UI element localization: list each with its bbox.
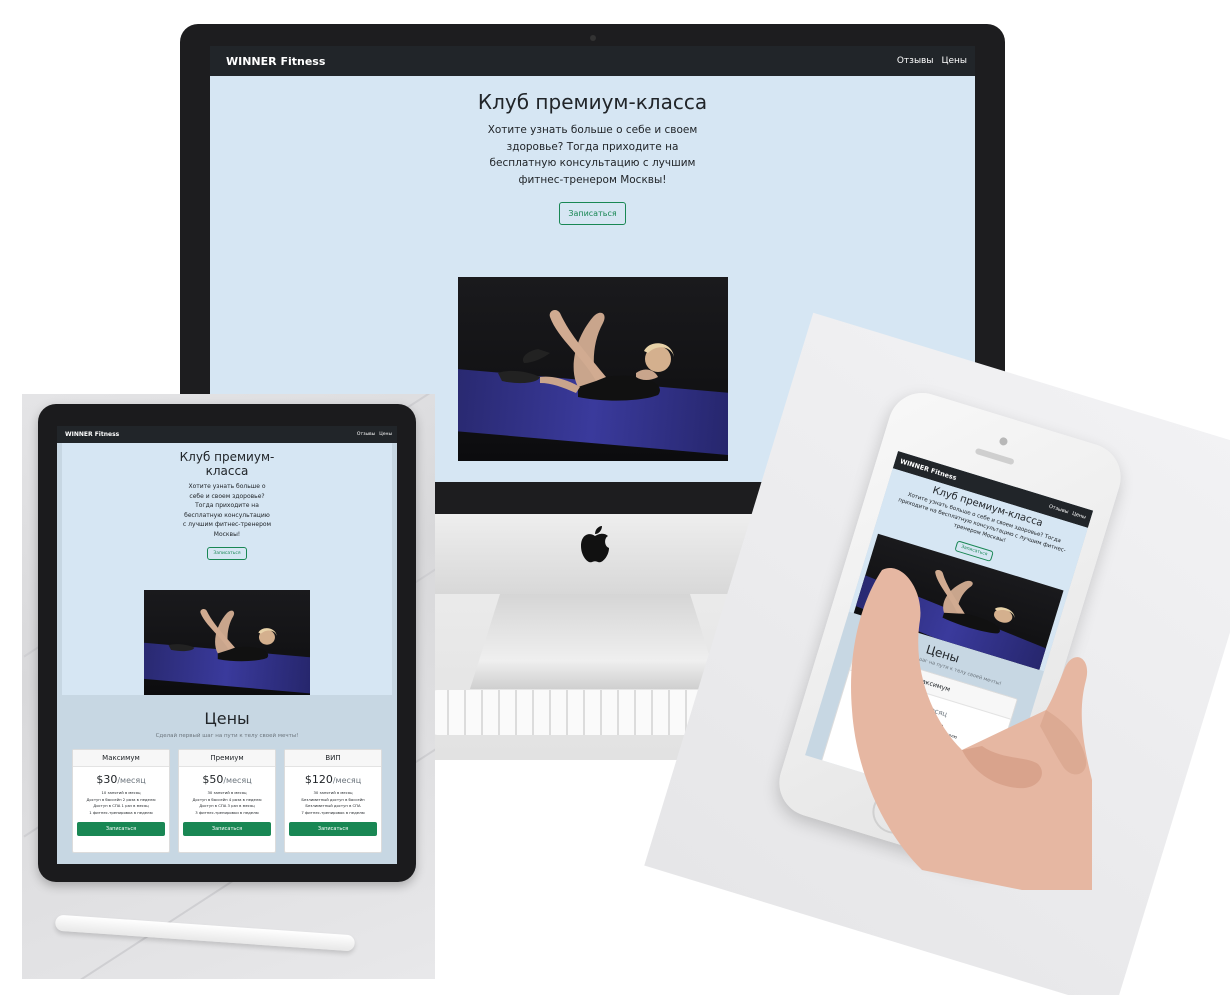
hero-title: Клуб премиум-класса <box>179 450 275 478</box>
pricing-title: Цены <box>204 709 250 728</box>
plan-signup-button[interactable]: Записаться <box>183 822 271 836</box>
hero-text: Хотите узнать больше о себе и своем здор… <box>487 124 698 186</box>
hero-title: Клуб премиум-класса <box>477 90 708 114</box>
woman-exercising-image <box>497 310 674 401</box>
plan-name: Максимум <box>73 750 169 767</box>
nav-link-reviews[interactable]: Отзывы <box>1048 504 1069 516</box>
camera-icon <box>998 436 1009 447</box>
pricing-card-vip: ВИП $120/месяц 30 занятий в месяц Безлими… <box>284 749 382 853</box>
pricing-lead: Сделай первый шаг на пути к телу своей м… <box>155 733 299 739</box>
plan-price: $30/месяц <box>96 773 146 786</box>
navbar-links: Отзывы Цены <box>353 432 392 437</box>
pricing-card-premium: Премиум $50/месяц 30 занятий в месяц Дост… <box>178 749 276 853</box>
navbar-links: Отзывы Цены <box>889 56 967 66</box>
plan-signup-button[interactable]: Записаться <box>77 822 165 836</box>
plan-price: $50/месяц <box>202 773 252 786</box>
nav-link-reviews[interactable]: Отзывы <box>897 56 934 66</box>
plan-price: $120/месяц <box>304 773 362 786</box>
plan-name: ВИП <box>285 750 381 767</box>
fitness-photo <box>144 590 310 695</box>
hand-image <box>851 568 1092 890</box>
nav-link-prices[interactable]: Цены <box>1071 511 1086 521</box>
navbar-brand[interactable]: WINNER Fitness <box>226 55 325 68</box>
hero-section: Клуб премиум-класса Хотите узнать больше… <box>62 443 392 695</box>
monitor-stand <box>470 594 720 689</box>
apple-logo-icon <box>581 526 609 563</box>
fitness-photo <box>457 277 728 461</box>
nav-link-reviews[interactable]: Отзывы <box>357 432 375 437</box>
tablet-screen: WINNER Fitness Отзывы Цены Клуб премиум-… <box>57 426 397 864</box>
plan-signup-button[interactable]: Записаться <box>289 822 377 836</box>
pricing-section: Цены Сделай первый шаг на пути к телу св… <box>57 695 397 853</box>
desktop-navbar: WINNER Fitness Отзывы Цены <box>210 46 975 76</box>
plan-features: 30 занятий в месяц Доступ в бассейн 4 раз… <box>192 790 262 815</box>
pricing-cards: Максимум $30/месяц 10 занятий в месяц Дос… <box>57 749 397 853</box>
woman-exercising-image <box>168 609 277 662</box>
nav-link-prices[interactable]: Цены <box>379 432 392 437</box>
hero-text: Хотите узнать больше о себе и своем здор… <box>182 483 272 538</box>
tablet-navbar: WINNER Fitness Отзывы Цены <box>57 426 397 443</box>
signup-button[interactable]: Записаться <box>559 202 626 225</box>
navbar-brand[interactable]: WINNER Fitness <box>65 431 119 438</box>
nav-link-prices[interactable]: Цены <box>941 56 967 66</box>
phone-speaker <box>974 447 1015 466</box>
signup-button[interactable]: Записаться <box>207 547 247 560</box>
pricing-card-maximum: Максимум $30/месяц 10 занятий в месяцДос… <box>72 749 170 853</box>
plan-name: Премиум <box>179 750 275 767</box>
camera-icon <box>590 35 596 41</box>
plan-features: 10 занятий в месяцДоступ в бассейн 2 раз… <box>86 790 156 815</box>
plan-features: 30 занятий в месяц Безлимитный доступ в б… <box>301 790 365 815</box>
